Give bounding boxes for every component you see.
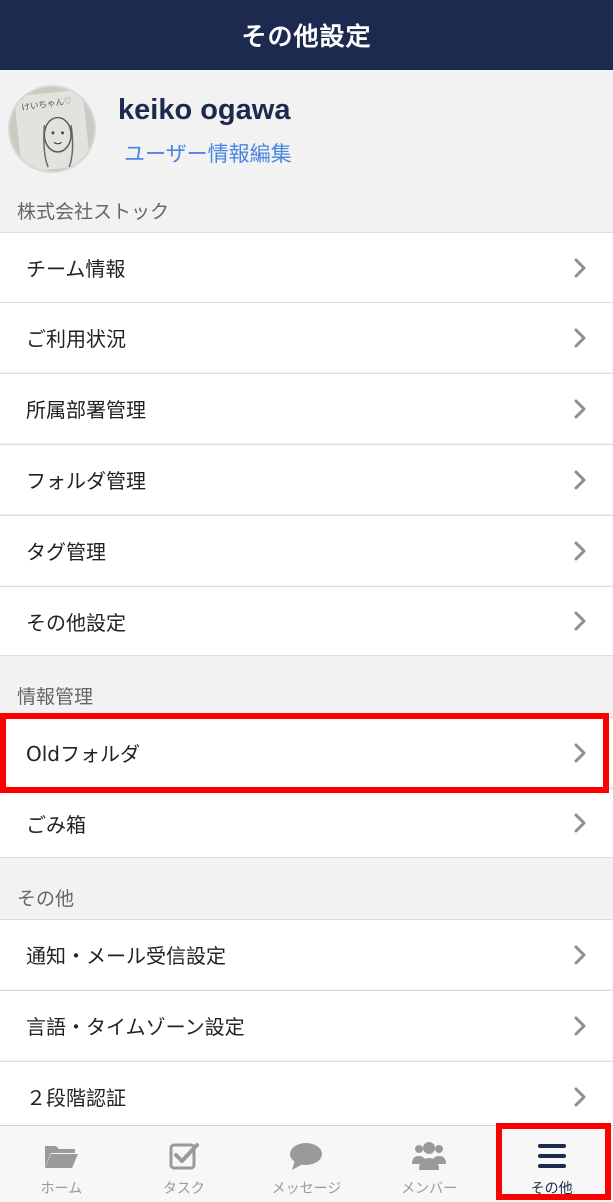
- avatar[interactable]: けいちゃん♡: [8, 85, 96, 173]
- chevron-right-icon: [573, 470, 587, 490]
- menu-item-label: 通知・メール受信設定: [26, 944, 226, 968]
- edit-user-info-link[interactable]: ユーザー情報編集: [124, 138, 292, 168]
- tab-label: ホーム: [40, 1181, 83, 1197]
- menu-item-notification-settings[interactable]: 通知・メール受信設定: [0, 919, 613, 989]
- menu-item-two-factor-auth[interactable]: ２段階認証: [0, 1061, 613, 1131]
- menu-item-trash[interactable]: ごみ箱: [0, 788, 613, 858]
- chevron-right-icon: [573, 945, 587, 965]
- chevron-right-icon: [573, 541, 587, 561]
- tab-label: メッセージ: [271, 1181, 342, 1197]
- menu-item-label: チーム情報: [26, 257, 126, 281]
- chevron-right-icon: [573, 399, 587, 419]
- menu-item-label: ご利用状況: [26, 327, 126, 351]
- tab-home[interactable]: ホーム: [0, 1126, 123, 1202]
- section-header-company: 株式会社ストック: [0, 188, 613, 232]
- folder-icon: [43, 1140, 79, 1172]
- page-title: その他設定: [241, 22, 372, 51]
- menu-item-usage-status[interactable]: ご利用状況: [0, 302, 613, 372]
- tab-other[interactable]: その他: [490, 1126, 613, 1202]
- menu-item-label: その他設定: [26, 610, 126, 635]
- members-icon: [411, 1140, 447, 1172]
- chevron-right-icon: [573, 743, 587, 763]
- tab-task[interactable]: タスク: [123, 1126, 246, 1202]
- tab-label: メンバー: [401, 1181, 458, 1197]
- menu-item-team-info[interactable]: チーム情報: [0, 232, 613, 302]
- tab-label: その他: [530, 1181, 573, 1197]
- menu-item-folder-management[interactable]: フォルダ管理: [0, 444, 613, 514]
- chat-bubble-icon: [288, 1140, 324, 1172]
- menu-item-other-settings[interactable]: その他設定: [0, 586, 613, 656]
- menu-item-label: タグ管理: [26, 540, 106, 564]
- page-header: その他設定: [0, 0, 613, 70]
- bottom-tab-bar: ホーム タスク メッセージ メンバー その他: [0, 1125, 613, 1202]
- menu-item-label: Oldフォルダ: [26, 742, 140, 766]
- chevron-right-icon: [573, 1016, 587, 1036]
- chevron-right-icon: [573, 611, 587, 631]
- menu-item-language-timezone[interactable]: 言語・タイムゾーン設定: [0, 990, 613, 1060]
- section-header-info: 情報管理: [0, 673, 613, 717]
- chevron-right-icon: [573, 328, 587, 348]
- task-check-icon: [166, 1140, 202, 1172]
- menu-item-label: ２段階認証: [26, 1086, 126, 1110]
- menu-item-label: ごみ箱: [26, 812, 86, 837]
- menu-item-label: フォルダ管理: [26, 469, 146, 493]
- section-header-other: その他: [0, 875, 613, 919]
- menu-icon: [534, 1140, 570, 1172]
- menu-item-label: 所属部署管理: [26, 398, 146, 422]
- chevron-right-icon: [573, 258, 587, 278]
- tab-members[interactable]: メンバー: [368, 1126, 491, 1202]
- tab-message[interactable]: メッセージ: [245, 1126, 368, 1202]
- menu-item-department-management[interactable]: 所属部署管理: [0, 373, 613, 443]
- tab-label: タスク: [162, 1181, 205, 1197]
- chevron-right-icon: [573, 813, 587, 833]
- menu-item-label: 言語・タイムゾーン設定: [26, 1015, 245, 1039]
- chevron-right-icon: [573, 1087, 587, 1107]
- menu-item-old-folder[interactable]: Oldフォルダ: [0, 717, 613, 787]
- menu-item-tag-management[interactable]: タグ管理: [0, 515, 613, 585]
- user-name: keiko ogawa: [118, 94, 291, 126]
- profile-section: けいちゃん♡ keiko ogawa ユーザー情報編集: [0, 70, 613, 188]
